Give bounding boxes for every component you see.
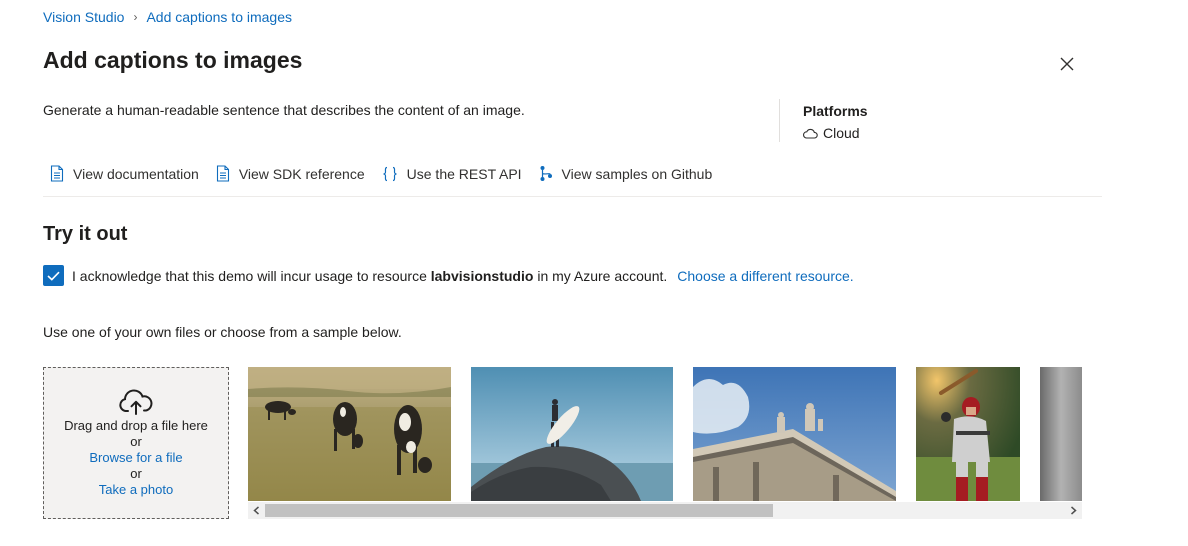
baseball-batter-image	[916, 367, 1020, 501]
sample-gallery-scrollbar[interactable]	[248, 502, 1082, 519]
vertical-divider	[779, 99, 780, 142]
choose-different-resource-link[interactable]: Choose a different resource.	[677, 268, 853, 284]
acknowledge-row: I acknowledge that this demo will incur …	[43, 265, 854, 286]
chevron-left-icon	[253, 506, 259, 515]
scroll-right-button[interactable]	[1065, 502, 1082, 519]
sample-image-gray[interactable]	[1040, 367, 1082, 501]
cloud-upload-icon	[119, 388, 153, 415]
cows-in-field-image	[248, 367, 451, 501]
statue-building-image	[693, 367, 896, 501]
breadcrumb-vision-studio[interactable]: Vision Studio	[43, 9, 124, 25]
page-description: Generate a human-readable sentence that …	[43, 102, 525, 118]
sample-instruction: Use one of your own files or choose from…	[43, 324, 402, 340]
platform-cloud: Cloud	[803, 125, 868, 141]
link-use-rest-api[interactable]: Use the REST API	[382, 166, 522, 182]
take-photo-link[interactable]: Take a photo	[99, 482, 173, 498]
branch-icon	[539, 165, 553, 182]
link-label: View samples on Github	[561, 165, 713, 182]
sample-image-surfer[interactable]	[471, 367, 673, 501]
cloud-icon	[803, 128, 818, 139]
link-view-samples-github[interactable]: View samples on Github	[539, 165, 713, 182]
acknowledge-checkbox[interactable]	[43, 265, 64, 286]
platform-value: Cloud	[823, 125, 860, 141]
chevron-right-icon	[1071, 506, 1077, 515]
acknowledge-text: I acknowledge that this demo will incur …	[72, 268, 667, 284]
browse-file-link[interactable]: Browse for a file	[89, 450, 182, 466]
link-view-documentation[interactable]: View documentation	[50, 165, 199, 182]
document-icon	[216, 165, 230, 182]
close-icon	[1060, 57, 1074, 71]
close-button[interactable]	[1056, 53, 1078, 75]
drag-drop-text: Drag and drop a file here	[64, 417, 208, 433]
platforms-heading: Platforms	[803, 103, 868, 119]
resource-links: View documentation View SDK reference Us…	[50, 165, 729, 182]
sample-image-baseball[interactable]	[916, 367, 1020, 501]
sample-image-cows[interactable]	[248, 367, 451, 501]
sample-image-statue[interactable]	[693, 367, 896, 501]
scrollbar-thumb[interactable]	[265, 504, 773, 517]
braces-icon	[382, 166, 398, 182]
platforms-panel: Platforms Cloud	[803, 103, 868, 141]
link-label: View documentation	[73, 165, 199, 182]
ack-prefix: I acknowledge that this demo will incur …	[72, 267, 431, 284]
link-label: View SDK reference	[238, 165, 365, 182]
document-icon	[50, 165, 64, 182]
or-text: or	[130, 433, 142, 449]
link-label: Use the REST API	[406, 165, 522, 182]
file-dropzone[interactable]: Drag and drop a file here or Browse for …	[43, 367, 229, 519]
breadcrumb: Vision Studio › Add captions to images	[43, 9, 292, 25]
or-text: or	[130, 465, 142, 481]
section-divider	[43, 196, 1102, 197]
chevron-right-icon: ›	[133, 10, 138, 24]
gray-abstract-image	[1040, 367, 1082, 501]
page-title: Add captions to images	[43, 47, 303, 73]
surfer-on-rock-image	[471, 367, 673, 501]
link-view-sdk-reference[interactable]: View SDK reference	[216, 165, 365, 182]
resource-name: labvisionstudio	[430, 267, 534, 284]
ack-suffix: in my Azure account.	[533, 267, 668, 284]
breadcrumb-current[interactable]: Add captions to images	[146, 9, 292, 25]
scroll-left-button[interactable]	[248, 502, 265, 519]
try-it-out-heading: Try it out	[43, 223, 128, 245]
checkmark-icon	[47, 271, 60, 281]
